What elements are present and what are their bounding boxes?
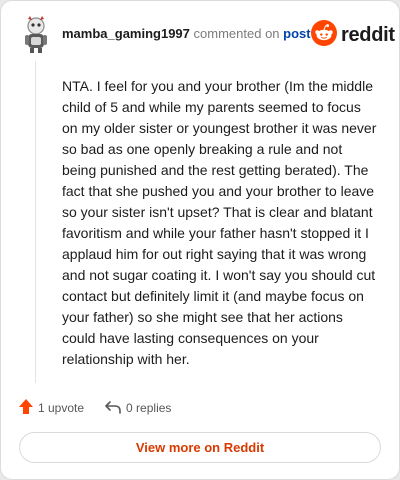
commented-on-text: commented on xyxy=(193,26,280,41)
comment-body: NTA. I feel for you and your brother (Im… xyxy=(62,78,377,367)
upvote-count: 1 upvote xyxy=(38,401,85,415)
upvote-button[interactable]: 1 upvote xyxy=(18,398,84,418)
post-link[interactable]: post xyxy=(283,26,310,41)
view-more-button[interactable]: View more on Reddit xyxy=(19,432,381,463)
reddit-wordmark: reddit xyxy=(341,24,395,46)
user-avatar[interactable] xyxy=(19,15,53,55)
reply-arrow-icon xyxy=(104,399,122,418)
reddit-comment-card: mamba_gaming1997 commented on post reddi… xyxy=(0,0,400,480)
reply-button[interactable]: 0 replies xyxy=(104,399,171,418)
username-link[interactable]: mamba_gaming1997 xyxy=(62,26,190,41)
comment-actions: 1 upvote 0 replies xyxy=(18,398,171,418)
reddit-logo[interactable]: reddit xyxy=(311,20,395,51)
upvote-arrow-icon xyxy=(18,398,34,418)
comment-header: mamba_gaming1997 commented on post xyxy=(62,26,311,41)
thread-line xyxy=(35,61,36,383)
reddit-snoo-icon xyxy=(311,20,337,51)
reply-count: 0 replies xyxy=(126,401,172,415)
